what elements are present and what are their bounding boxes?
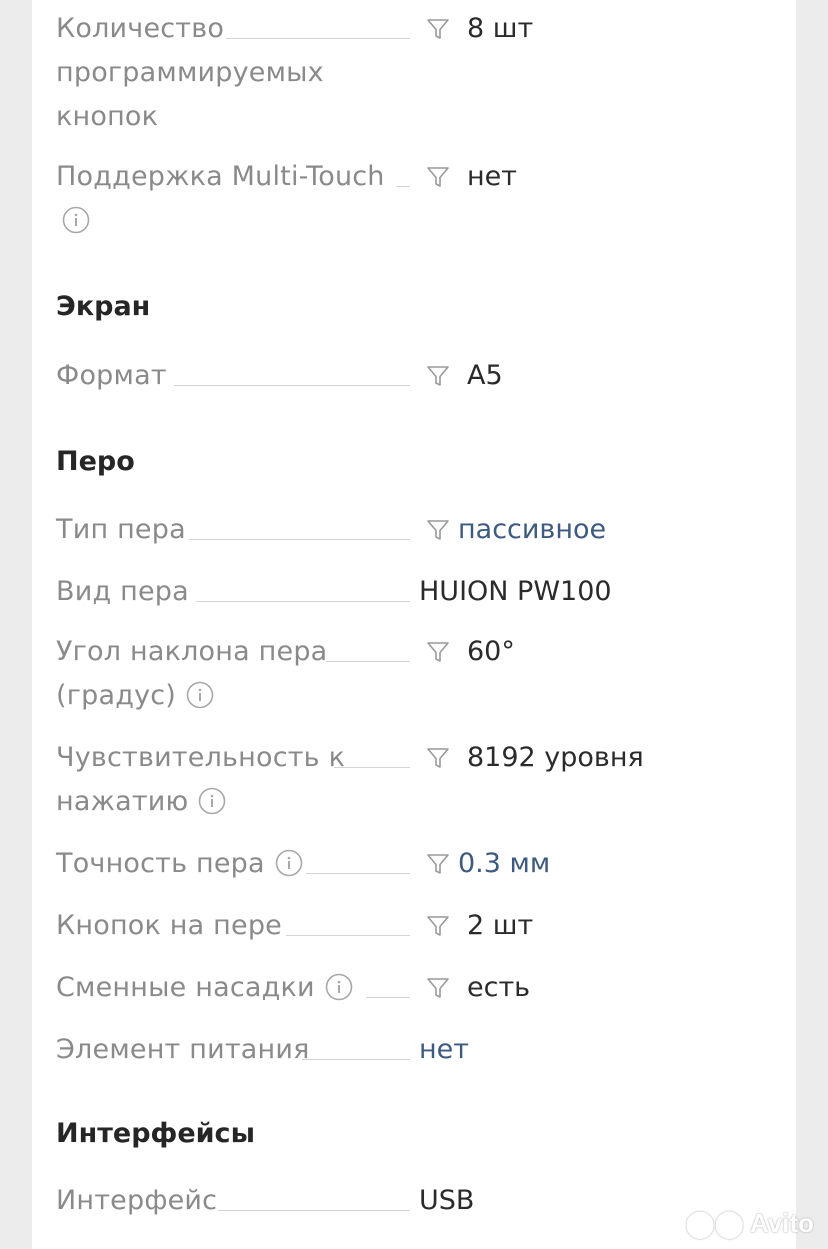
- spec-row-multitouch: Поддержка Multi-Touch нет: [56, 155, 776, 245]
- funnel-icon[interactable]: [426, 976, 450, 1000]
- spec-label: Количество программируемых кнопок: [56, 13, 324, 132]
- funnel-icon[interactable]: [426, 746, 450, 770]
- dotted-leader: [326, 661, 410, 662]
- spec-row-pen-model: Вид пера HUION PW100: [56, 570, 776, 614]
- spec-label: Поддержка Multi-Touch: [56, 155, 411, 243]
- spec-label: Интерфейс: [56, 1185, 218, 1216]
- info-icon[interactable]: [325, 973, 353, 1001]
- spec-row-interface: Интерфейс USB: [56, 1179, 776, 1223]
- dotted-leader: [334, 767, 410, 768]
- spec-value: A5: [467, 360, 503, 391]
- spec-label: Вид пера: [56, 576, 189, 607]
- avito-watermark: ⬤⬤ Avito: [685, 1208, 814, 1238]
- dotted-leader: [189, 539, 410, 540]
- spec-row-pen-battery: Элемент питания нет: [56, 1028, 776, 1072]
- spec-label: Кнопок на пере: [56, 910, 282, 941]
- dotted-leader: [366, 997, 410, 998]
- section-heading-interfaces: Интерфейсы: [56, 1118, 255, 1149]
- spec-value: HUION PW100: [419, 576, 612, 607]
- spec-value: есть: [467, 972, 531, 1003]
- spec-label: Точность пера: [56, 842, 411, 886]
- spec-row-pen-accuracy: Точность пера 0.3 мм: [56, 842, 776, 886]
- dotted-leader: [396, 186, 410, 187]
- spec-row-pen-nibs: Сменные насадки есть: [56, 966, 776, 1010]
- spec-value: 8 шт: [467, 13, 534, 44]
- spec-label: Формат: [56, 360, 167, 391]
- section-heading-pen: Перо: [56, 446, 135, 477]
- spec-value-link[interactable]: пассивное: [458, 508, 606, 552]
- info-icon[interactable]: [275, 849, 303, 877]
- spec-value: 2 шт: [467, 910, 534, 941]
- funnel-icon[interactable]: [426, 17, 450, 41]
- section-heading-screen: Экран: [56, 291, 151, 322]
- dotted-leader: [218, 1210, 410, 1211]
- spec-row-pen-pressure: Чувствительность к нажатию 8192 уровня: [56, 736, 776, 826]
- spec-label: Чувствительность к нажатию: [56, 742, 346, 817]
- spec-value: нет: [467, 161, 517, 192]
- spec-label: Тип пера: [56, 514, 186, 545]
- spec-value-link[interactable]: нет: [419, 1028, 469, 1072]
- spec-row-pen-type: Тип пера пассивное: [56, 508, 776, 552]
- funnel-icon[interactable]: [426, 518, 450, 542]
- dotted-leader: [196, 601, 410, 602]
- spec-label: Элемент питания: [56, 1034, 310, 1065]
- funnel-icon[interactable]: [426, 364, 450, 388]
- spec-row-programmable-buttons: Количество программируемых кнопок 8 шт: [56, 7, 776, 147]
- funnel-icon[interactable]: [426, 852, 450, 876]
- spec-value-link[interactable]: 0.3 мм: [458, 842, 550, 886]
- spec-row-pen-buttons: Кнопок на пере 2 шт: [56, 904, 776, 948]
- funnel-icon[interactable]: [426, 914, 450, 938]
- spec-label: Сменные насадки: [56, 966, 411, 1010]
- dotted-leader: [226, 38, 410, 39]
- dotted-leader: [174, 385, 410, 386]
- spec-value: 8192 уровня: [467, 742, 644, 773]
- funnel-icon[interactable]: [426, 165, 450, 189]
- dotted-leader: [302, 1059, 410, 1060]
- spec-label: Угол наклона пера (градус): [56, 636, 328, 711]
- spec-row-pen-tilt: Угол наклона пера (градус) 60°: [56, 630, 776, 720]
- funnel-icon[interactable]: [426, 640, 450, 664]
- spec-row-format: Формат A5: [56, 354, 776, 398]
- spec-value: USB: [419, 1185, 475, 1216]
- avito-logo-icon: ⬤⬤: [685, 1208, 744, 1238]
- spec-value: 60°: [467, 636, 515, 667]
- dotted-leader: [286, 935, 410, 936]
- dotted-leader: [306, 873, 410, 874]
- info-icon[interactable]: [198, 787, 226, 815]
- info-icon[interactable]: [186, 681, 214, 709]
- info-icon[interactable]: [62, 206, 90, 234]
